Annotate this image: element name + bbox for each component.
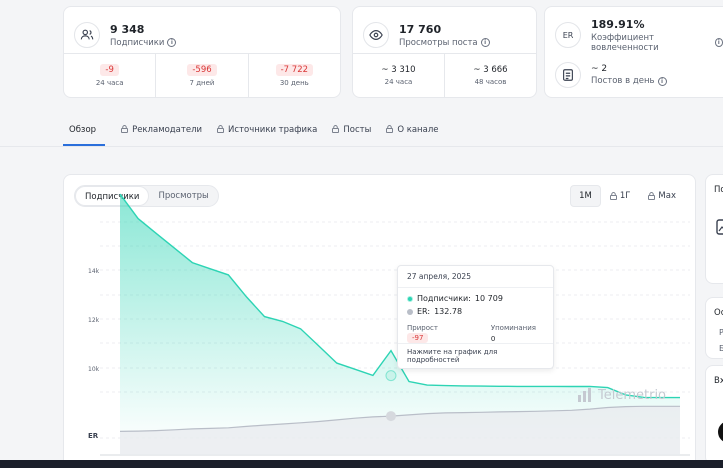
range-selector: 1М 1Г Max	[570, 185, 685, 207]
side-card-3: Вх	[705, 365, 723, 465]
taskbar	[0, 460, 723, 468]
er-dot	[407, 308, 413, 315]
lock-icon	[648, 192, 656, 200]
users-icon	[74, 22, 100, 48]
tab-divider	[0, 146, 723, 147]
subs-delta-30d: -7 722 30 день	[249, 54, 340, 97]
views-48h-value: ~ 3 666	[473, 65, 508, 75]
side-card-1: По	[705, 174, 723, 284]
lock-icon	[332, 125, 340, 133]
telemetrio-watermark: Telemetrio	[577, 387, 666, 403]
side-card-2-title: Ос	[714, 308, 723, 318]
subs-delta-24h: -9 24 часа	[64, 54, 157, 97]
tab-label: Посты	[343, 125, 372, 135]
views-value: 17 760	[399, 22, 442, 36]
subscribers-label: Подписчики	[110, 37, 165, 48]
views-label: Просмотры поста	[399, 37, 478, 48]
tab-label: Рекламодатели	[132, 125, 203, 135]
delta-badge: -7 722	[275, 64, 314, 76]
info-icon[interactable]: i	[167, 38, 177, 47]
tab-label: Источники трафика	[228, 125, 318, 135]
chart-card: Подписчики Просмотры 1М 1Г Max	[63, 174, 696, 468]
lock-icon	[609, 192, 617, 200]
lock-icon	[121, 125, 129, 133]
delta-badge: -9	[100, 64, 119, 76]
tab-bar: Обзор Рекламодатели Источники трафика По…	[63, 118, 447, 146]
tooltip-er-row: ER: 132.78	[398, 305, 553, 318]
tab-traffic-sources[interactable]: Источники трафика	[211, 118, 326, 146]
toggle-views[interactable]: Просмотры	[149, 186, 217, 206]
image-icon	[716, 219, 723, 235]
chart-tooltip: 27 апреля, 2025 Подписчики: 10 709 ER: 132…	[397, 265, 554, 369]
range-1m[interactable]: 1М	[570, 185, 601, 207]
side-card-2-item-1: Р	[719, 328, 723, 337]
lock-icon	[386, 125, 394, 133]
document-icon	[555, 62, 581, 88]
side-card-3-button[interactable]	[718, 421, 723, 443]
lock-icon	[217, 125, 225, 133]
tab-label: Обзор	[69, 125, 97, 135]
bar-chart-icon	[578, 388, 591, 402]
delta-period: 24 часа	[95, 79, 124, 87]
range-max[interactable]: Max	[639, 185, 685, 207]
er-label: Коэффициент вовлеченности	[591, 32, 659, 53]
tab-posts[interactable]: Посты	[326, 118, 380, 146]
views-24h-label: 24 часа	[384, 78, 413, 86]
range-1y[interactable]: 1Г	[601, 185, 640, 207]
subscribers-value: 9 348	[110, 22, 145, 36]
tab-about[interactable]: О канале	[380, 118, 447, 146]
views-24h: ~ 3 310 24 часа	[353, 54, 445, 97]
side-card-3-title: Вх	[714, 376, 723, 386]
side-card-2: Ос Р Б	[705, 297, 723, 359]
info-icon[interactable]: i	[657, 76, 667, 86]
posts-label: Постов в день	[591, 76, 655, 86]
growth-label: Прирост	[407, 324, 438, 332]
subscribers-card: 9 348 Подписчики i -9 24 часа -596 7 дней -…	[63, 6, 341, 98]
views-48h: ~ 3 666 48 часов	[445, 54, 536, 97]
er-card: ER 189.91% Коэффициент вовлеченности i ~ …	[544, 6, 723, 98]
er-icon: ER	[555, 22, 581, 48]
views-48h-label: 48 часов	[474, 78, 507, 86]
tab-overview[interactable]: Обзор	[63, 118, 106, 146]
subs-delta-7d: -596 7 дней	[156, 54, 249, 97]
subs-dot	[407, 295, 413, 302]
tooltip-footer: Нажмите на график для подробностей	[398, 343, 553, 368]
page: 9 348 Подписчики i -9 24 часа -596 7 дней -…	[0, 0, 723, 468]
tab-advertisers[interactable]: Рекламодатели	[115, 118, 211, 146]
views-card: 17 760 Просмотры поста i ~ 3 310 24 часа ~…	[352, 6, 537, 98]
delta-badge: -596	[187, 64, 217, 76]
mentions-value: 0	[490, 335, 496, 343]
eye-icon	[363, 22, 389, 48]
tooltip-date: 27 апреля, 2025	[398, 266, 553, 288]
mentions-label: Упоминания	[490, 324, 536, 332]
growth-value: -97	[407, 333, 429, 343]
delta-period: 30 день	[279, 79, 309, 87]
tab-label: О канале	[397, 125, 439, 135]
metric-toggle: Подписчики Просмотры	[74, 185, 219, 207]
toggle-subscribers[interactable]: Подписчики	[75, 186, 150, 206]
info-icon[interactable]: i	[714, 38, 723, 47]
delta-period: 7 дней	[189, 79, 215, 87]
views-24h-value: ~ 3 310	[381, 65, 416, 75]
posts-value: ~ 2	[591, 64, 608, 74]
tooltip-subs-row: Подписчики: 10 709	[398, 292, 553, 305]
er-value: 189.91%	[591, 17, 645, 31]
info-icon[interactable]: i	[480, 38, 490, 47]
side-card-2-item-2: Б	[719, 344, 723, 353]
side-card-1-title: По	[714, 185, 723, 195]
